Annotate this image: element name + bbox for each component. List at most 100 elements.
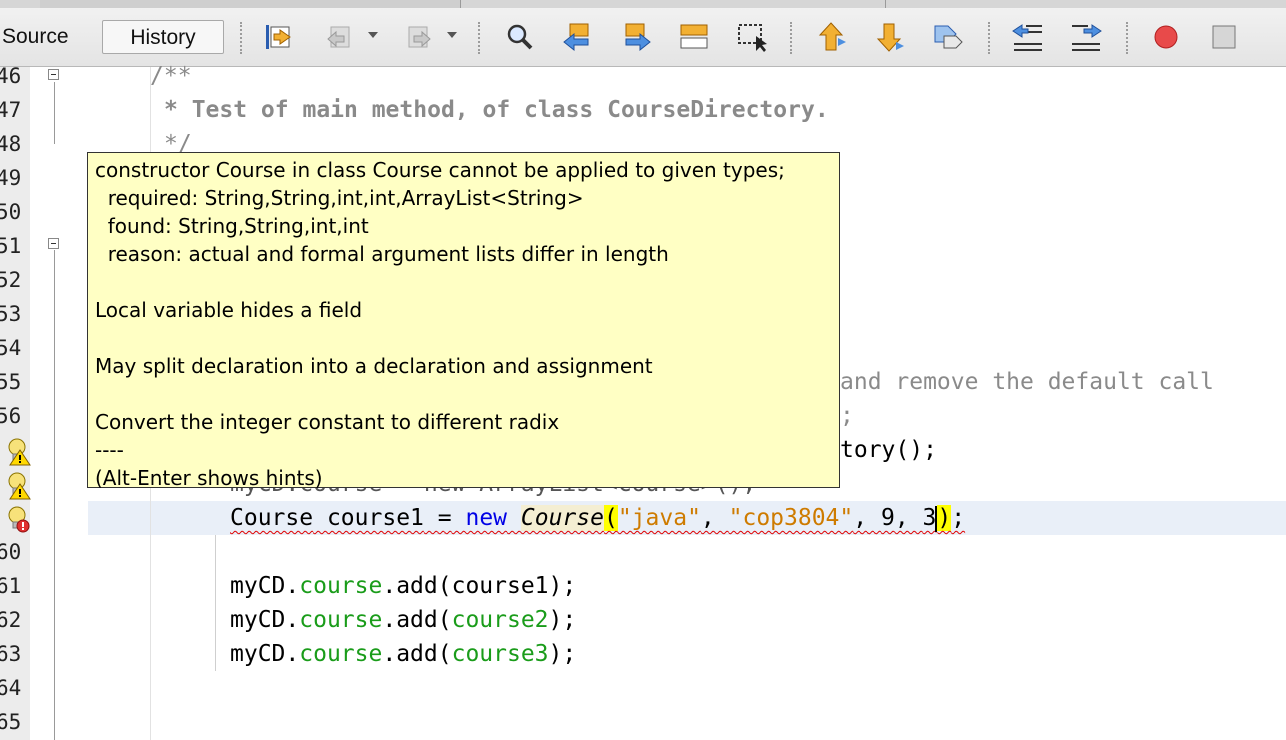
editor-tab[interactable]: [885, 0, 1286, 8]
variable-name: course1: [326, 505, 424, 531]
line-number: 62: [0, 608, 22, 632]
code-line-63[interactable]: myCD.course.add(course3);: [230, 637, 576, 671]
argument: course1: [451, 573, 549, 599]
line-number: 52: [0, 268, 22, 292]
tooltip-line: May split declaration into a declaration…: [95, 354, 653, 378]
statement-end: );: [548, 607, 577, 633]
code-line-56[interactable]: ;: [840, 399, 854, 433]
tooltip-line: constructor Course in class Course canno…: [95, 158, 785, 182]
tooltip-line: Convert the integer constant to differen…: [95, 410, 560, 434]
fold-collapse-icon[interactable]: [48, 238, 59, 249]
find-previous-icon[interactable]: [560, 20, 596, 54]
field-ref: course: [299, 573, 383, 599]
line-number: 60: [0, 540, 22, 564]
object-ref: myCD.: [230, 573, 300, 599]
code-line-61[interactable]: myCD.course.add(course1);: [230, 569, 576, 603]
forward-dropdown-icon[interactable]: [447, 32, 457, 38]
object-ref: myCD.: [230, 641, 300, 667]
tooltip-line: reason: actual and formal argument lists…: [95, 242, 669, 266]
fold-collapse-icon[interactable]: [48, 69, 59, 80]
tooltip-line: (Alt-Enter shows hints): [95, 466, 323, 490]
tooltip-line: [95, 324, 832, 352]
object-ref: myCD.: [230, 607, 300, 633]
tooltip-line: found: String,String,int,int: [95, 214, 369, 238]
fold-margin: [30, 67, 88, 740]
line-number: 53: [0, 302, 22, 326]
tooltip-line: required: String,String,int,int,ArrayLis…: [95, 186, 584, 210]
line-number: 49: [0, 166, 22, 190]
toggle-highlight-icon[interactable]: [676, 20, 712, 54]
close-paren: ): [937, 505, 952, 531]
semicolon: ;: [951, 505, 966, 531]
statement-end: );: [548, 641, 577, 667]
editor-tab[interactable]: [40, 0, 461, 8]
comment: and remove the default call: [840, 369, 1214, 395]
line-number: 63: [0, 642, 22, 666]
select-icon[interactable]: [734, 20, 770, 54]
line-number: 55: [0, 370, 22, 394]
toggle-bookmark-icon[interactable]: [930, 20, 966, 54]
hint-bulb-error-icon[interactable]: [6, 504, 32, 534]
shift-right-icon[interactable]: [1068, 20, 1104, 54]
fold-line: [54, 82, 55, 144]
stop-macro-icon[interactable]: [1206, 20, 1242, 54]
back-icon[interactable]: [322, 20, 358, 54]
string-literal: "cop3804": [728, 505, 854, 531]
code-line-57[interactable]: tory();: [840, 433, 937, 467]
find-next-icon[interactable]: [618, 20, 654, 54]
previous-bookmark-icon[interactable]: [814, 20, 850, 54]
field-ref: course: [299, 641, 383, 667]
method-call: .add(: [382, 573, 452, 599]
code-line-55[interactable]: and remove the default call: [840, 365, 1214, 399]
comment: ;: [840, 403, 854, 429]
string-literal: "java": [617, 505, 701, 531]
tooltip-line: [95, 268, 832, 296]
operator: =: [437, 505, 452, 531]
error-expression: Course course1 = new Course("java", "cop…: [230, 505, 966, 532]
next-bookmark-icon[interactable]: [872, 20, 908, 54]
forward-icon[interactable]: [400, 20, 436, 54]
code-line-62[interactable]: myCD.course.add(course2);: [230, 603, 576, 637]
toolbar-separator: [240, 22, 242, 54]
error-hint-tooltip: constructor Course in class Course canno…: [87, 152, 840, 490]
line-number: 65: [0, 710, 22, 734]
line-number: 54: [0, 336, 22, 360]
method-call: .add(: [382, 641, 452, 667]
tooltip-line: [95, 380, 832, 408]
open-paren: (: [603, 505, 618, 531]
comment: /**: [150, 63, 192, 89]
code-line-46[interactable]: /**: [150, 59, 192, 93]
line-number: 61: [0, 574, 22, 598]
argument: course2: [451, 607, 549, 633]
line-number: 64: [0, 676, 22, 700]
javadoc-comment: * Test of main method, of class CourseDi…: [164, 97, 829, 123]
editor-tab[interactable]: [460, 0, 886, 8]
hint-bulb-warning-icon[interactable]: [6, 470, 32, 500]
find-icon[interactable]: [502, 20, 538, 54]
back-dropdown-icon[interactable]: [368, 32, 378, 38]
editor-tab[interactable]: [0, 0, 41, 8]
type-name: Course: [230, 505, 314, 531]
hint-bulb-warning-icon[interactable]: [6, 436, 32, 466]
toolbar-separator: [790, 22, 792, 54]
code-line-47[interactable]: * Test of main method, of class CourseDi…: [164, 93, 829, 127]
source-tab[interactable]: Source: [0, 20, 74, 54]
shift-left-icon[interactable]: [1010, 20, 1046, 54]
line-number: 51: [0, 234, 22, 258]
method-call: .add(: [382, 607, 452, 633]
code-line-59[interactable]: Course course1 = new Course("java", "cop…: [230, 501, 965, 535]
field-ref: course: [299, 607, 383, 633]
editor-toolbar: Source History: [0, 8, 1286, 67]
keyword-new: new: [465, 505, 508, 531]
tooltip-line: Local variable hides a field: [95, 298, 363, 322]
argument: course3: [451, 641, 549, 667]
int-literal: 9: [880, 505, 895, 531]
statement-end: );: [548, 573, 577, 599]
record-macro-icon[interactable]: [1148, 20, 1184, 54]
history-tab[interactable]: History: [102, 20, 224, 54]
last-edit-icon[interactable]: [262, 20, 298, 54]
toolbar-separator: [988, 22, 990, 54]
line-number: 46: [0, 64, 22, 88]
line-number: 48: [0, 132, 22, 156]
toolbar-separator: [1126, 22, 1128, 54]
